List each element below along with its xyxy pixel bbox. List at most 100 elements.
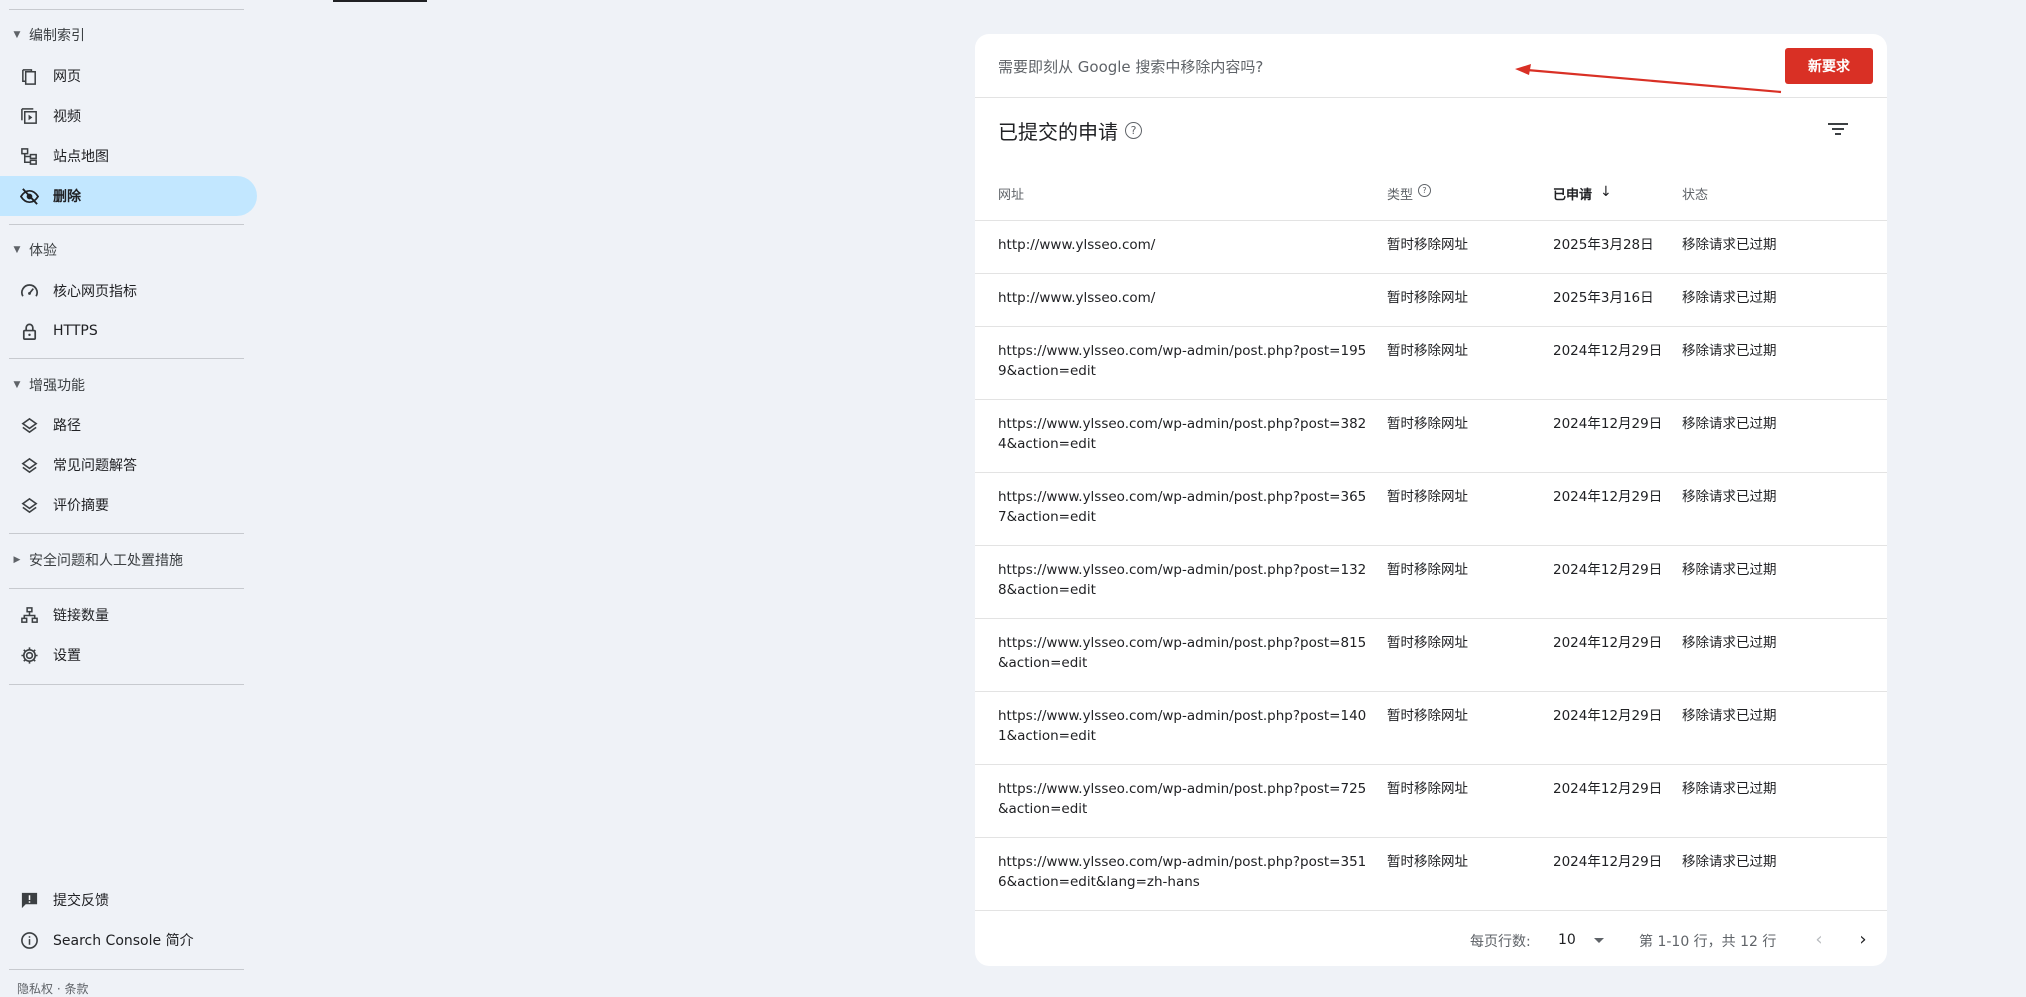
lock-icon xyxy=(19,321,39,341)
table-row[interactable]: https://www.ylsseo.com/wp-admin/post.php… xyxy=(975,837,1887,910)
row-url: https://www.ylsseo.com/wp-admin/post.php… xyxy=(998,635,1367,671)
sidebar-divider xyxy=(9,224,244,225)
pages-icon xyxy=(19,66,39,86)
section-label: 体验 xyxy=(29,243,57,259)
sidebar-divider xyxy=(9,9,244,10)
column-label: 网址 xyxy=(998,188,1025,203)
row-status: 移除请求已过期 xyxy=(1682,489,1777,505)
row-date: 2024年12月29日 xyxy=(1553,489,1663,505)
section-toggle-security[interactable]: ▶ 安全问题和人工处置措施 xyxy=(10,545,183,575)
row-date: 2025年3月16日 xyxy=(1553,290,1654,306)
sidebar-item-label: HTTPS xyxy=(53,323,98,339)
new-request-button[interactable]: 新要求 xyxy=(1785,48,1873,84)
layers-icon xyxy=(19,495,39,515)
sidebar-item-label: 核心网页指标 xyxy=(53,284,137,300)
row-type: 暂时移除网址 xyxy=(1387,237,1468,253)
caret-down-icon: ▼ xyxy=(13,380,21,390)
sidebar-item-label: 网页 xyxy=(53,69,81,85)
row-date: 2024年12月29日 xyxy=(1553,708,1663,724)
row-type: 暂时移除网址 xyxy=(1387,416,1468,432)
table-row[interactable]: http://www.ylsseo.com/ 暂时移除网址 2025年3月16日… xyxy=(975,273,1887,326)
sidebar-item-label: 提交反馈 xyxy=(53,893,109,909)
help-icon[interactable]: ? xyxy=(1125,122,1142,139)
annotation-arrow-icon xyxy=(1515,64,1782,94)
video-icon xyxy=(19,106,39,126)
sidebar-item-pages[interactable]: 网页 xyxy=(0,56,257,96)
row-date: 2024年12月29日 xyxy=(1553,635,1663,651)
page-title: 已提交的申请 xyxy=(998,120,1118,144)
table-row[interactable]: https://www.ylsseo.com/wp-admin/post.php… xyxy=(975,618,1887,691)
row-type: 暂时移除网址 xyxy=(1387,562,1468,578)
next-page-button[interactable]: › xyxy=(1849,925,1877,953)
row-date: 2024年12月29日 xyxy=(1553,343,1663,359)
rows-per-page-select[interactable]: 10 xyxy=(1558,927,1614,953)
removals-card: 需要即刻从 Google 搜索中移除内容吗? 新要求 已提交的申请 ? 网址 类… xyxy=(975,34,1887,966)
sidebar-divider xyxy=(9,969,244,970)
removal-question: 需要即刻从 Google 搜索中移除内容吗? xyxy=(998,58,1264,76)
sidebar-item-label: 链接数量 xyxy=(53,608,109,624)
help-icon[interactable]: ? xyxy=(1418,184,1432,197)
sidebar-item-label: 视频 xyxy=(53,109,81,125)
row-type: 暂时移除网址 xyxy=(1387,489,1468,505)
table-row[interactable]: https://www.ylsseo.com/wp-admin/post.php… xyxy=(975,545,1887,618)
sidebar-item-breadcrumbs[interactable]: 路径 xyxy=(0,405,257,445)
sidebar-item-review-snippets[interactable]: 评价摘要 xyxy=(0,485,257,525)
row-url: http://www.ylsseo.com/ xyxy=(998,290,1156,306)
sidebar: ▼ 编制索引 网页 视频 站点地图 删除 ▼ 体验 核心网页指标 HTTPS ▼… xyxy=(0,0,258,996)
sitemap-icon xyxy=(19,146,39,166)
sidebar-item-label: Search Console 简介 xyxy=(53,933,194,949)
table-row[interactable]: http://www.ylsseo.com/ 暂时移除网址 2025年3月28日… xyxy=(975,220,1887,273)
previous-page-button[interactable]: ‹ xyxy=(1805,925,1833,953)
sidebar-item-about[interactable]: Search Console 简介 xyxy=(0,920,257,960)
sidebar-divider xyxy=(9,588,244,589)
sidebar-item-label: 删除 xyxy=(53,189,81,205)
row-status: 移除请求已过期 xyxy=(1682,708,1777,724)
row-status: 移除请求已过期 xyxy=(1682,416,1777,432)
row-status: 移除请求已过期 xyxy=(1682,854,1777,870)
table-row[interactable]: https://www.ylsseo.com/wp-admin/post.php… xyxy=(975,691,1887,764)
pagination-range: 第 1-10 行，共 12 行 xyxy=(1639,934,1777,950)
column-label: 状态 xyxy=(1682,188,1709,203)
caret-right-icon: ▶ xyxy=(13,555,21,565)
sidebar-item-label: 路径 xyxy=(53,418,81,434)
filter-icon[interactable] xyxy=(1825,116,1851,142)
sidebar-item-sitemaps[interactable]: 站点地图 xyxy=(0,136,257,176)
sidebar-divider xyxy=(9,533,244,534)
info-icon xyxy=(19,930,39,950)
row-status: 移除请求已过期 xyxy=(1682,343,1777,359)
row-status: 移除请求已过期 xyxy=(1682,781,1777,797)
column-label: 类型 xyxy=(1387,188,1414,203)
section-toggle-experience[interactable]: ▼ 体验 xyxy=(10,235,57,265)
section-label: 编制索引 xyxy=(29,28,85,44)
row-type: 暂时移除网址 xyxy=(1387,854,1468,870)
row-url: https://www.ylsseo.com/wp-admin/post.php… xyxy=(998,489,1367,525)
layers-icon xyxy=(19,415,39,435)
sidebar-item-faq[interactable]: 常见问题解答 xyxy=(0,445,257,485)
pagination-bar: 每页行数: 10 第 1-10 行，共 12 行 ‹ › xyxy=(975,910,1887,966)
sidebar-item-removals[interactable]: 删除 xyxy=(0,176,257,216)
section-toggle-indexing[interactable]: ▼ 编制索引 xyxy=(10,20,85,50)
sidebar-item-links[interactable]: 链接数量 xyxy=(0,595,257,635)
row-type: 暂时移除网址 xyxy=(1387,708,1468,724)
row-url: https://www.ylsseo.com/wp-admin/post.php… xyxy=(998,708,1367,744)
sidebar-item-videos[interactable]: 视频 xyxy=(0,96,257,136)
table-row[interactable]: https://www.ylsseo.com/wp-admin/post.php… xyxy=(975,472,1887,545)
sidebar-item-https[interactable]: HTTPS xyxy=(0,311,257,351)
row-url: https://www.ylsseo.com/wp-admin/post.php… xyxy=(998,781,1367,817)
section-toggle-enhancements[interactable]: ▼ 增强功能 xyxy=(10,370,85,400)
sidebar-item-feedback[interactable]: 提交反馈 xyxy=(0,880,257,920)
row-date: 2024年12月29日 xyxy=(1553,781,1663,797)
row-type: 暂时移除网址 xyxy=(1387,781,1468,797)
section-label: 增强功能 xyxy=(29,378,85,394)
row-status: 移除请求已过期 xyxy=(1682,562,1777,578)
row-type: 暂时移除网址 xyxy=(1387,635,1468,651)
sidebar-item-core-web-vitals[interactable]: 核心网页指标 xyxy=(0,271,257,311)
table-row[interactable]: https://www.ylsseo.com/wp-admin/post.php… xyxy=(975,399,1887,472)
sidebar-item-label: 设置 xyxy=(53,648,81,664)
table-row[interactable]: https://www.ylsseo.com/wp-admin/post.php… xyxy=(975,764,1887,837)
row-date: 2024年12月29日 xyxy=(1553,562,1663,578)
sidebar-item-settings[interactable]: 设置 xyxy=(0,635,257,675)
layers-icon xyxy=(19,455,39,475)
submitted-requests-title: 已提交的申请 ? xyxy=(998,116,1142,145)
table-row[interactable]: https://www.ylsseo.com/wp-admin/post.php… xyxy=(975,326,1887,399)
